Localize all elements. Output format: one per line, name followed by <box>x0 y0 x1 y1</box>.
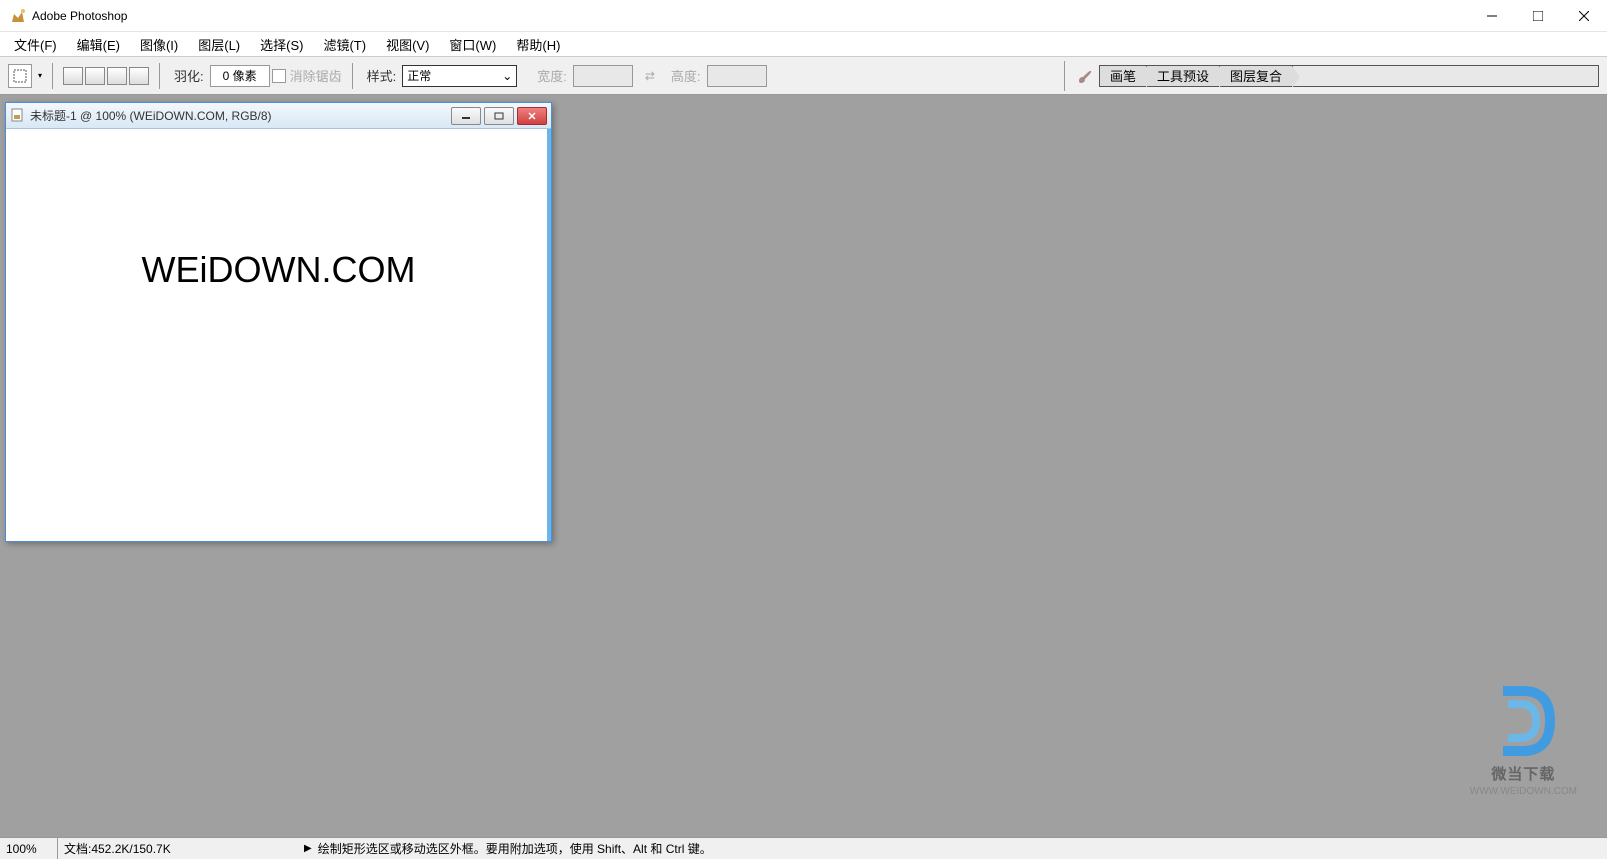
watermark-url: WWW.WEIDOWN.COM <box>1470 786 1577 797</box>
document-canvas[interactable]: WEiDOWN.COM <box>6 129 551 541</box>
document-icon <box>10 108 26 124</box>
menu-window[interactable]: 窗口(W) <box>439 32 506 57</box>
watermark-logo-icon <box>1478 676 1568 766</box>
document-title: 未标题-1 @ 100% (WEiDOWN.COM, RGB/8) <box>30 107 451 124</box>
style-value: 正常 <box>407 67 431 84</box>
optionsbar-right: 画笔 工具预设 图层复合 <box>1058 61 1599 91</box>
app-icon <box>10 8 26 24</box>
app-title: Adobe Photoshop <box>32 9 1469 23</box>
doc-minimize-button[interactable] <box>451 107 481 125</box>
style-select[interactable]: 正常 ⌄ <box>402 65 517 87</box>
status-zoom[interactable]: 100% <box>0 838 58 859</box>
selection-intersect-button[interactable] <box>129 67 149 85</box>
minimize-button[interactable] <box>1469 0 1515 31</box>
height-label: 高度: <box>671 66 701 85</box>
chevron-down-icon: ⌄ <box>502 69 512 83</box>
height-input <box>707 65 767 87</box>
status-hint: ▶ 绘制矩形选区或移动选区外框。要用附加选项，使用 Shift、Alt 和 Ct… <box>298 838 718 859</box>
palette-tab-layer-comps[interactable]: 图层复合 <box>1220 66 1293 86</box>
document-controls <box>451 107 547 125</box>
doc-maximize-button[interactable] <box>484 107 514 125</box>
canvas-text: WEiDOWN.COM <box>142 249 416 291</box>
window-controls <box>1469 0 1607 31</box>
close-button[interactable] <box>1561 0 1607 31</box>
menubar: 文件(F) 编辑(E) 图像(I) 图层(L) 选择(S) 滤镜(T) 视图(V… <box>0 32 1607 57</box>
menu-view[interactable]: 视图(V) <box>376 32 439 57</box>
antialias-label: 消除锯齿 <box>290 66 342 85</box>
statusbar: 100% 文档:452.2K/150.7K ▶ 绘制矩形选区或移动选区外框。要用… <box>0 837 1607 859</box>
feather-input[interactable] <box>210 65 270 87</box>
workspace: 未标题-1 @ 100% (WEiDOWN.COM, RGB/8) WEiDOW… <box>0 95 1607 837</box>
maximize-button[interactable] <box>1515 0 1561 31</box>
tool-dropdown-icon[interactable]: ▾ <box>38 71 42 80</box>
menu-image[interactable]: 图像(I) <box>130 32 188 57</box>
menu-layer[interactable]: 图层(L) <box>188 32 250 57</box>
menu-select[interactable]: 选择(S) <box>250 32 313 57</box>
antialias-checkbox: 消除锯齿 <box>272 66 342 85</box>
swap-icon: ⇄ <box>641 67 659 85</box>
width-label: 宽度: <box>537 66 567 85</box>
palette-well-icon[interactable] <box>1073 64 1097 88</box>
watermark-text: 微当下载 <box>1470 763 1577 784</box>
document-titlebar[interactable]: 未标题-1 @ 100% (WEiDOWN.COM, RGB/8) <box>6 103 551 129</box>
checkbox-icon <box>272 69 286 83</box>
status-hint-text: 绘制矩形选区或移动选区外框。要用附加选项，使用 Shift、Alt 和 Ctrl… <box>318 840 712 857</box>
width-input <box>573 65 633 87</box>
menu-edit[interactable]: 编辑(E) <box>67 32 130 57</box>
palette-tab-brushes[interactable]: 画笔 <box>1100 66 1147 86</box>
menu-file[interactable]: 文件(F) <box>4 32 67 57</box>
palette-tab-tool-presets[interactable]: 工具预设 <box>1147 66 1220 86</box>
divider <box>159 63 160 89</box>
selection-subtract-button[interactable] <box>107 67 127 85</box>
feather-label: 羽化: <box>174 66 204 85</box>
watermark: 微当下载 WWW.WEIDOWN.COM <box>1470 676 1577 797</box>
divider <box>1064 61 1065 91</box>
menu-filter[interactable]: 滤镜(T) <box>313 32 376 57</box>
divider <box>52 63 53 89</box>
status-doc-info[interactable]: 文档:452.2K/150.7K <box>58 838 298 859</box>
selection-new-button[interactable] <box>63 67 83 85</box>
doc-close-button[interactable] <box>517 107 547 125</box>
selection-add-button[interactable] <box>85 67 105 85</box>
document-window[interactable]: 未标题-1 @ 100% (WEiDOWN.COM, RGB/8) WEiDOW… <box>5 102 552 542</box>
vertical-scrollbar[interactable] <box>547 129 551 541</box>
selection-mode-group <box>63 67 149 85</box>
optionsbar: ▾ 羽化: 消除锯齿 样式: 正常 ⌄ 宽度: ⇄ 高度: 画笔 工具预设 图层… <box>0 57 1607 95</box>
marquee-tool-icon[interactable] <box>8 64 32 88</box>
divider <box>352 63 353 89</box>
titlebar: Adobe Photoshop <box>0 0 1607 32</box>
style-label: 样式: <box>367 66 397 85</box>
palette-well-tabs: 画笔 工具预设 图层复合 <box>1099 65 1599 87</box>
arrow-icon: ▶ <box>304 843 312 854</box>
menu-help[interactable]: 帮助(H) <box>506 32 570 57</box>
